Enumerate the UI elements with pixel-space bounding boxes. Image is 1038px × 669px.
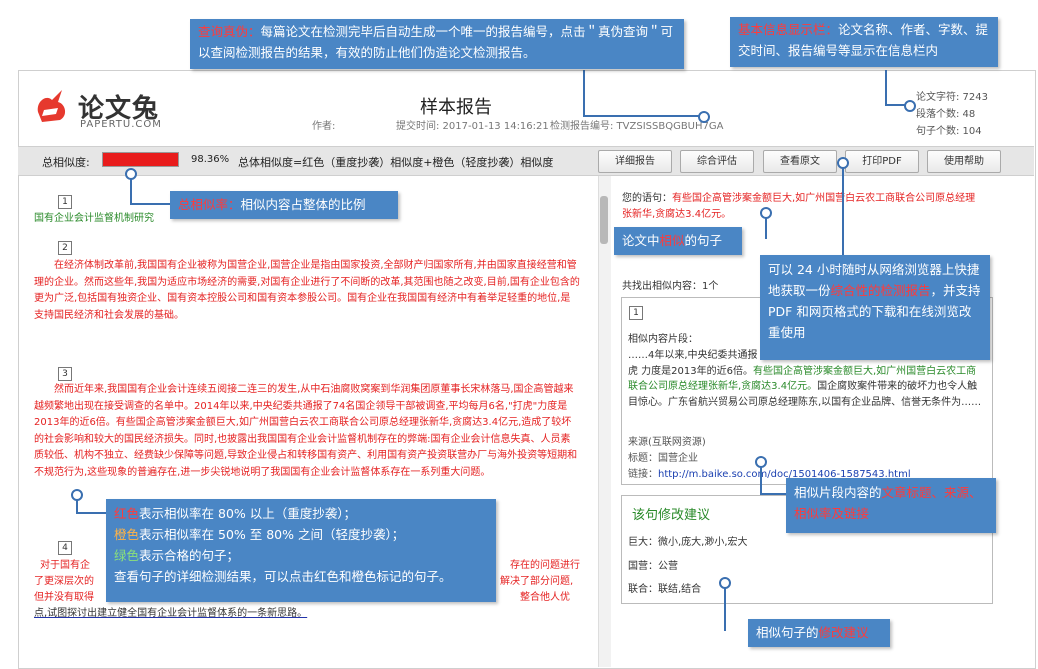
connector-line	[76, 499, 78, 513]
connector-line	[885, 70, 887, 105]
char-count: 论文字符: 7243	[916, 92, 988, 103]
paragraph-text[interactable]: 在经济体制改革前,我国国有企业被称为国营企业,国营企业是指由国家投资,全部财产归…	[34, 258, 580, 324]
connector-line	[583, 70, 585, 117]
callout-color-legend: 红色表示相似率在 80% 以上（重度抄袭）； 橙色表示相似率在 50% 至 80…	[106, 499, 496, 602]
connector-line	[765, 217, 767, 239]
submit-time: 提交时间: 2017-01-13 14:16:21	[396, 121, 549, 132]
view-original-button[interactable]: 查看原文	[763, 150, 837, 173]
paragraph-text[interactable]: 了更深层次的	[34, 574, 94, 591]
connector-line	[885, 104, 905, 106]
rabbit-logo-icon	[37, 90, 66, 122]
your-sentence: 您的语句：有些国企高管涉案金额巨大,如广州国营白云农工商联合公司原总经理张新华,…	[622, 193, 976, 220]
paragraph-text[interactable]: 对于国有企	[40, 558, 90, 575]
scrollbar-thumb[interactable]	[600, 196, 608, 244]
paragraph-text[interactable]: 解决了部分问题,	[500, 574, 573, 591]
connector-line	[130, 178, 132, 204]
paragraph-text[interactable]: 但并没有取得	[34, 590, 94, 607]
connector-line	[842, 167, 844, 257]
connector-line	[583, 115, 703, 117]
similarity-formula: 总体相似度=红色（重度抄袭）相似度+橙色（轻度抄袭）相似度	[238, 156, 554, 169]
paragraph-text[interactable]: 整合他人优	[520, 590, 570, 607]
connector-dot	[698, 111, 710, 123]
paragraph-text[interactable]: 存在的问题进行	[510, 558, 580, 575]
paragraph-number: 3	[58, 367, 72, 381]
source-title: 标题：国营企业	[628, 453, 698, 464]
paragraph-title[interactable]: 国有企业会计监督机制研究	[34, 211, 154, 228]
source-label: 来源(互联网资源)	[628, 437, 706, 448]
callout-similar-sentence: 论文中相似的句子	[614, 227, 742, 255]
detail-report-button[interactable]: 详细报告	[598, 150, 672, 173]
connector-line	[760, 466, 762, 494]
logo-subtitle: PAPERTU.COM	[80, 119, 162, 130]
callout-verify: 查询真伪：每篇论文在检测完毕后自动生成一个唯一的报告编号，点击＂真伪查询＂可以查…	[190, 19, 684, 69]
connector-line	[76, 512, 106, 514]
suggestion-item: 国营：公营	[628, 561, 678, 572]
fragment-label: 相似内容片段：	[628, 334, 698, 345]
paragraph-text[interactable]: 点,试图探讨出建立健全国有企业会计监督体系的一条新思路。	[34, 606, 307, 623]
suggestion-item: 巨大：微小,庞大,渺小,宏大	[628, 537, 748, 548]
author-label: 作者:	[312, 121, 336, 132]
similarity-bar	[102, 152, 179, 167]
connector-line	[724, 587, 726, 631]
print-pdf-button[interactable]: 打印PDF	[845, 150, 919, 173]
paragraph-number: 1	[58, 195, 72, 209]
overall-assessment-button[interactable]: 综合评估	[680, 150, 754, 173]
callout-suggestion: 相似句子的修改建议	[748, 619, 890, 647]
paragraph-count: 段落个数: 48	[916, 109, 976, 120]
callout-total-similarity: 总相似率：相似内容占整体的比例	[170, 191, 398, 219]
help-button[interactable]: 使用帮助	[927, 150, 1001, 173]
page-title: 样本报告	[420, 97, 492, 118]
callout-fragment-source: 相似片段内容的文章标题、来源、相似率及链接	[786, 478, 996, 533]
sentence-count: 句子个数: 104	[916, 126, 982, 137]
suggestion-item: 联合：联结,结合	[628, 584, 702, 595]
suggestion-title: 该句修改建议	[632, 508, 711, 523]
connector-line	[130, 203, 170, 205]
callout-info-bar: 基本信息显示栏：论文名称、作者、字数、提交时间、报告编号等显示在信息栏内	[730, 17, 998, 67]
connector-dot	[904, 100, 916, 112]
similarity-label: 总相似度:	[42, 156, 90, 169]
fragment-number: 1	[629, 306, 643, 320]
paragraph-text[interactable]: 然而近年来,我国国有企业会计连续五阅接二连三的发生,从中石油腐败窝案到华润集团原…	[34, 382, 580, 481]
pane-scrollbar[interactable]	[598, 176, 611, 667]
found-count: 共找出相似内容：1个	[622, 281, 719, 292]
similarity-percent: 98.36%	[191, 154, 230, 165]
callout-download: 可以 24 小时随时从网络浏览器上快捷地获取一份综合性的检测报告，并支持 PDF…	[760, 255, 990, 360]
paragraph-number: 4	[58, 541, 72, 555]
paragraph-number: 2	[58, 241, 72, 255]
connector-line	[760, 493, 786, 495]
